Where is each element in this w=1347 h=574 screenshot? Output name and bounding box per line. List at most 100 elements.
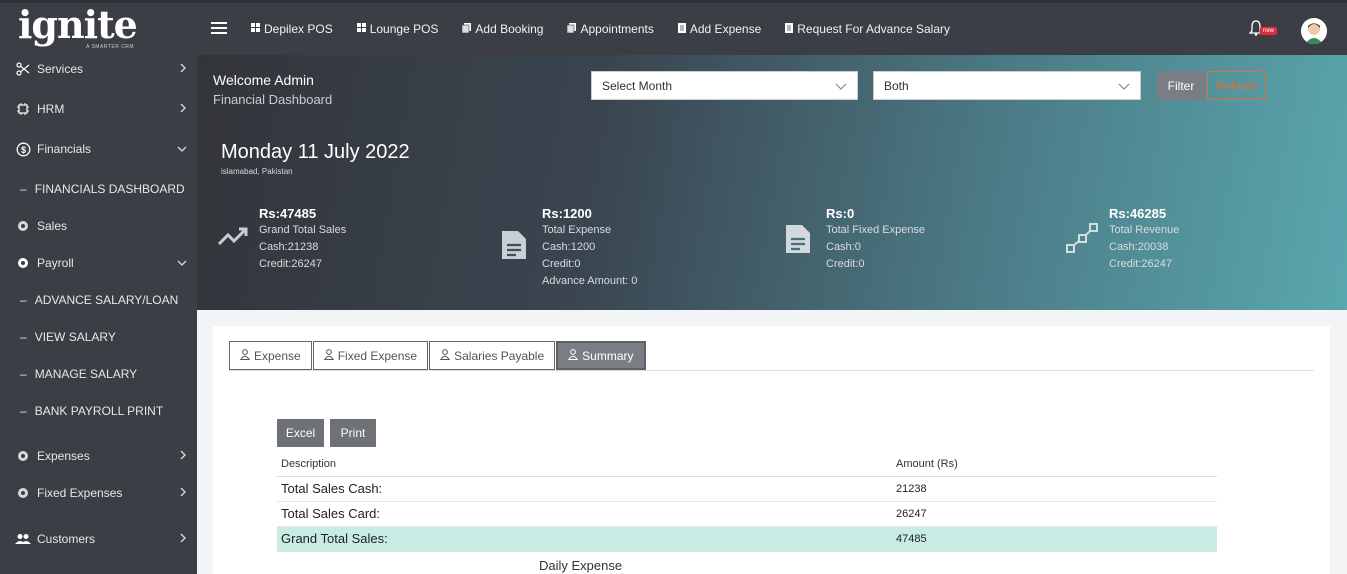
row-description: Grand Total Sales: xyxy=(277,526,892,552)
section-title: Daily Expense xyxy=(539,558,623,573)
column-header: Amount (Rs) xyxy=(892,452,1217,477)
logo[interactable]: ignite A SMARTER CRM xyxy=(0,3,197,55)
user-icon xyxy=(239,348,251,363)
stat-grand-total-sales: Rs:47485 Grand Total Sales Cash:21238 Cr… xyxy=(259,206,347,270)
stat-total-fixed-expense: Rs:0 Total Fixed Expense Cash:0 Credit:0 xyxy=(826,206,926,270)
logo-tagline: A SMARTER CRM xyxy=(86,44,135,50)
page-subtitle: Financial Dashboard xyxy=(213,92,333,107)
tab-salaries-payable[interactable]: Salaries Payable xyxy=(429,341,556,370)
app-frame: ignite A SMARTER CRM Services HRM $ Fina… xyxy=(0,0,1347,574)
filter-button[interactable]: Filter xyxy=(1157,71,1205,100)
sidebar-item-sales[interactable]: Sales xyxy=(0,214,197,238)
gear-icon xyxy=(15,255,31,271)
sidebar-sub-label: FINANCIALS DASHBOARD xyxy=(34,182,185,196)
sidebar: ignite A SMARTER CRM Services HRM $ Fina… xyxy=(0,3,197,574)
sidebar-sub-label: BANK PAYROLL PRINT xyxy=(34,404,164,418)
top-navbar: Depilex POS Lounge POS Add Booking Appoi… xyxy=(197,3,1347,55)
user-icon xyxy=(568,348,579,363)
sidebar-sub-advance-salary[interactable]: – ADVANCE SALARY/LOAN xyxy=(0,289,197,311)
welcome-text: Welcome Admin xyxy=(213,72,314,88)
location-text: islamabad, Pakistan xyxy=(221,167,293,176)
sidebar-item-label: Services xyxy=(37,62,84,76)
table-header-row: Description Amount (Rs) xyxy=(277,452,1217,477)
sidebar-item-label: HRM xyxy=(37,102,65,116)
sidebar-item-label: Financials xyxy=(37,142,92,156)
refresh-button[interactable]: Refresh xyxy=(1207,71,1266,100)
table-row: Total Sales Card: 26247 xyxy=(277,501,1217,527)
sidebar-item-fixed-expenses[interactable]: Fixed Expenses xyxy=(0,481,197,505)
scissors-icon xyxy=(15,61,31,77)
chevron-right-icon xyxy=(179,486,187,500)
nav-link-add-booking[interactable]: Add Booking xyxy=(462,22,543,36)
sidebar-sub-bank-payroll-print[interactable]: – BANK PAYROLL PRINT xyxy=(0,400,197,422)
report-card: Expense Fixed Expense Salaries Payable S… xyxy=(213,326,1330,574)
user-icon xyxy=(323,348,334,363)
nav-link-request-advance-salary[interactable]: Request For Advance Salary xyxy=(785,22,950,36)
sidebar-sub-label: ADVANCE SALARY/LOAN xyxy=(34,293,179,307)
sidebar-item-customers[interactable]: Customers xyxy=(0,527,197,551)
avatar[interactable] xyxy=(1301,18,1327,44)
report-tabs: Expense Fixed Expense Salaries Payable S… xyxy=(229,341,647,370)
sidebar-sub-manage-salary[interactable]: – MANAGE SALARY xyxy=(0,363,197,385)
tab-fixed-expense[interactable]: Fixed Expense xyxy=(312,341,429,370)
chevron-right-icon xyxy=(179,532,187,546)
payment-type-select[interactable]: Both xyxy=(873,71,1141,100)
sidebar-item-expenses[interactable]: Expenses xyxy=(0,444,197,468)
gear-icon xyxy=(15,218,31,234)
sidebar-item-financials[interactable]: $ Financials xyxy=(0,137,197,161)
sidebar-item-services[interactable]: Services xyxy=(0,57,197,81)
sidebar-item-label: Fixed Expenses xyxy=(37,486,123,500)
nav-link-depilex-pos[interactable]: Depilex POS xyxy=(251,22,333,36)
stat-total-revenue: Rs:46285 Total Revenue Cash:20038 Credit… xyxy=(1109,206,1180,270)
trending-up-icon xyxy=(217,225,249,252)
table-row: Total Sales Cash: 21238 xyxy=(277,476,1217,502)
tab-expense[interactable]: Expense xyxy=(229,341,312,370)
row-amount: 26247 xyxy=(892,501,1217,527)
sidebar-item-label: Customers xyxy=(37,532,96,546)
grid-icon xyxy=(251,23,260,35)
row-description: Total Sales Cash: xyxy=(277,476,892,502)
gear-icon xyxy=(15,485,31,501)
receipt-icon xyxy=(677,22,686,36)
excel-button[interactable]: Excel xyxy=(277,419,324,447)
sidebar-item-label: Expenses xyxy=(37,449,90,463)
nav-link-lounge-pos[interactable]: Lounge POS xyxy=(356,22,438,36)
chevron-right-icon xyxy=(179,102,187,116)
network-icon xyxy=(1065,221,1099,260)
document-icon xyxy=(784,223,812,260)
row-amount: 21238 xyxy=(892,476,1217,502)
copy-icon xyxy=(462,22,472,36)
chevron-down-icon xyxy=(177,256,187,270)
stat-total-expense: Rs:1200 Total Expense Cash:1200 Credit:0… xyxy=(542,206,638,287)
user-icon xyxy=(439,348,451,363)
chip-icon xyxy=(15,101,31,117)
month-select[interactable]: Select Month xyxy=(591,71,858,100)
notification-badge: new xyxy=(1259,27,1277,35)
hamburger-menu-icon[interactable] xyxy=(211,21,227,37)
summary-table: Description Amount (Rs) Total Sales Cash… xyxy=(277,452,1217,552)
copy-icon xyxy=(567,22,577,36)
sidebar-sub-financials-dashboard[interactable]: – FINANCIALS DASHBOARD xyxy=(0,178,197,200)
tab-summary[interactable]: Summary xyxy=(556,341,646,370)
chevron-down-icon xyxy=(835,80,847,94)
dollar-circle-icon: $ xyxy=(15,141,31,157)
gear-icon xyxy=(15,448,31,464)
chevron-down-icon xyxy=(1118,80,1130,94)
row-description: Total Sales Card: xyxy=(277,501,892,527)
dashboard-header: Welcome Admin Financial Dashboard Select… xyxy=(197,55,1347,310)
tab-divider xyxy=(229,370,1314,371)
nav-link-add-expense[interactable]: Add Expense xyxy=(677,22,761,36)
sidebar-item-payroll[interactable]: Payroll xyxy=(0,251,197,275)
sidebar-item-label: Payroll xyxy=(37,256,74,270)
chevron-right-icon xyxy=(179,449,187,463)
logo-text: ignite xyxy=(18,2,138,47)
print-button[interactable]: Print xyxy=(330,419,376,447)
sidebar-item-hrm[interactable]: HRM xyxy=(0,97,197,121)
current-date: Monday 11 July 2022 xyxy=(221,141,410,163)
document-icon xyxy=(500,229,528,266)
sidebar-item-label: Sales xyxy=(37,219,68,233)
nav-link-appointments[interactable]: Appointments xyxy=(567,22,654,36)
receipt-icon xyxy=(785,22,794,36)
sidebar-sub-view-salary[interactable]: – VIEW SALARY xyxy=(0,326,197,348)
sidebar-sub-label: MANAGE SALARY xyxy=(34,367,138,381)
